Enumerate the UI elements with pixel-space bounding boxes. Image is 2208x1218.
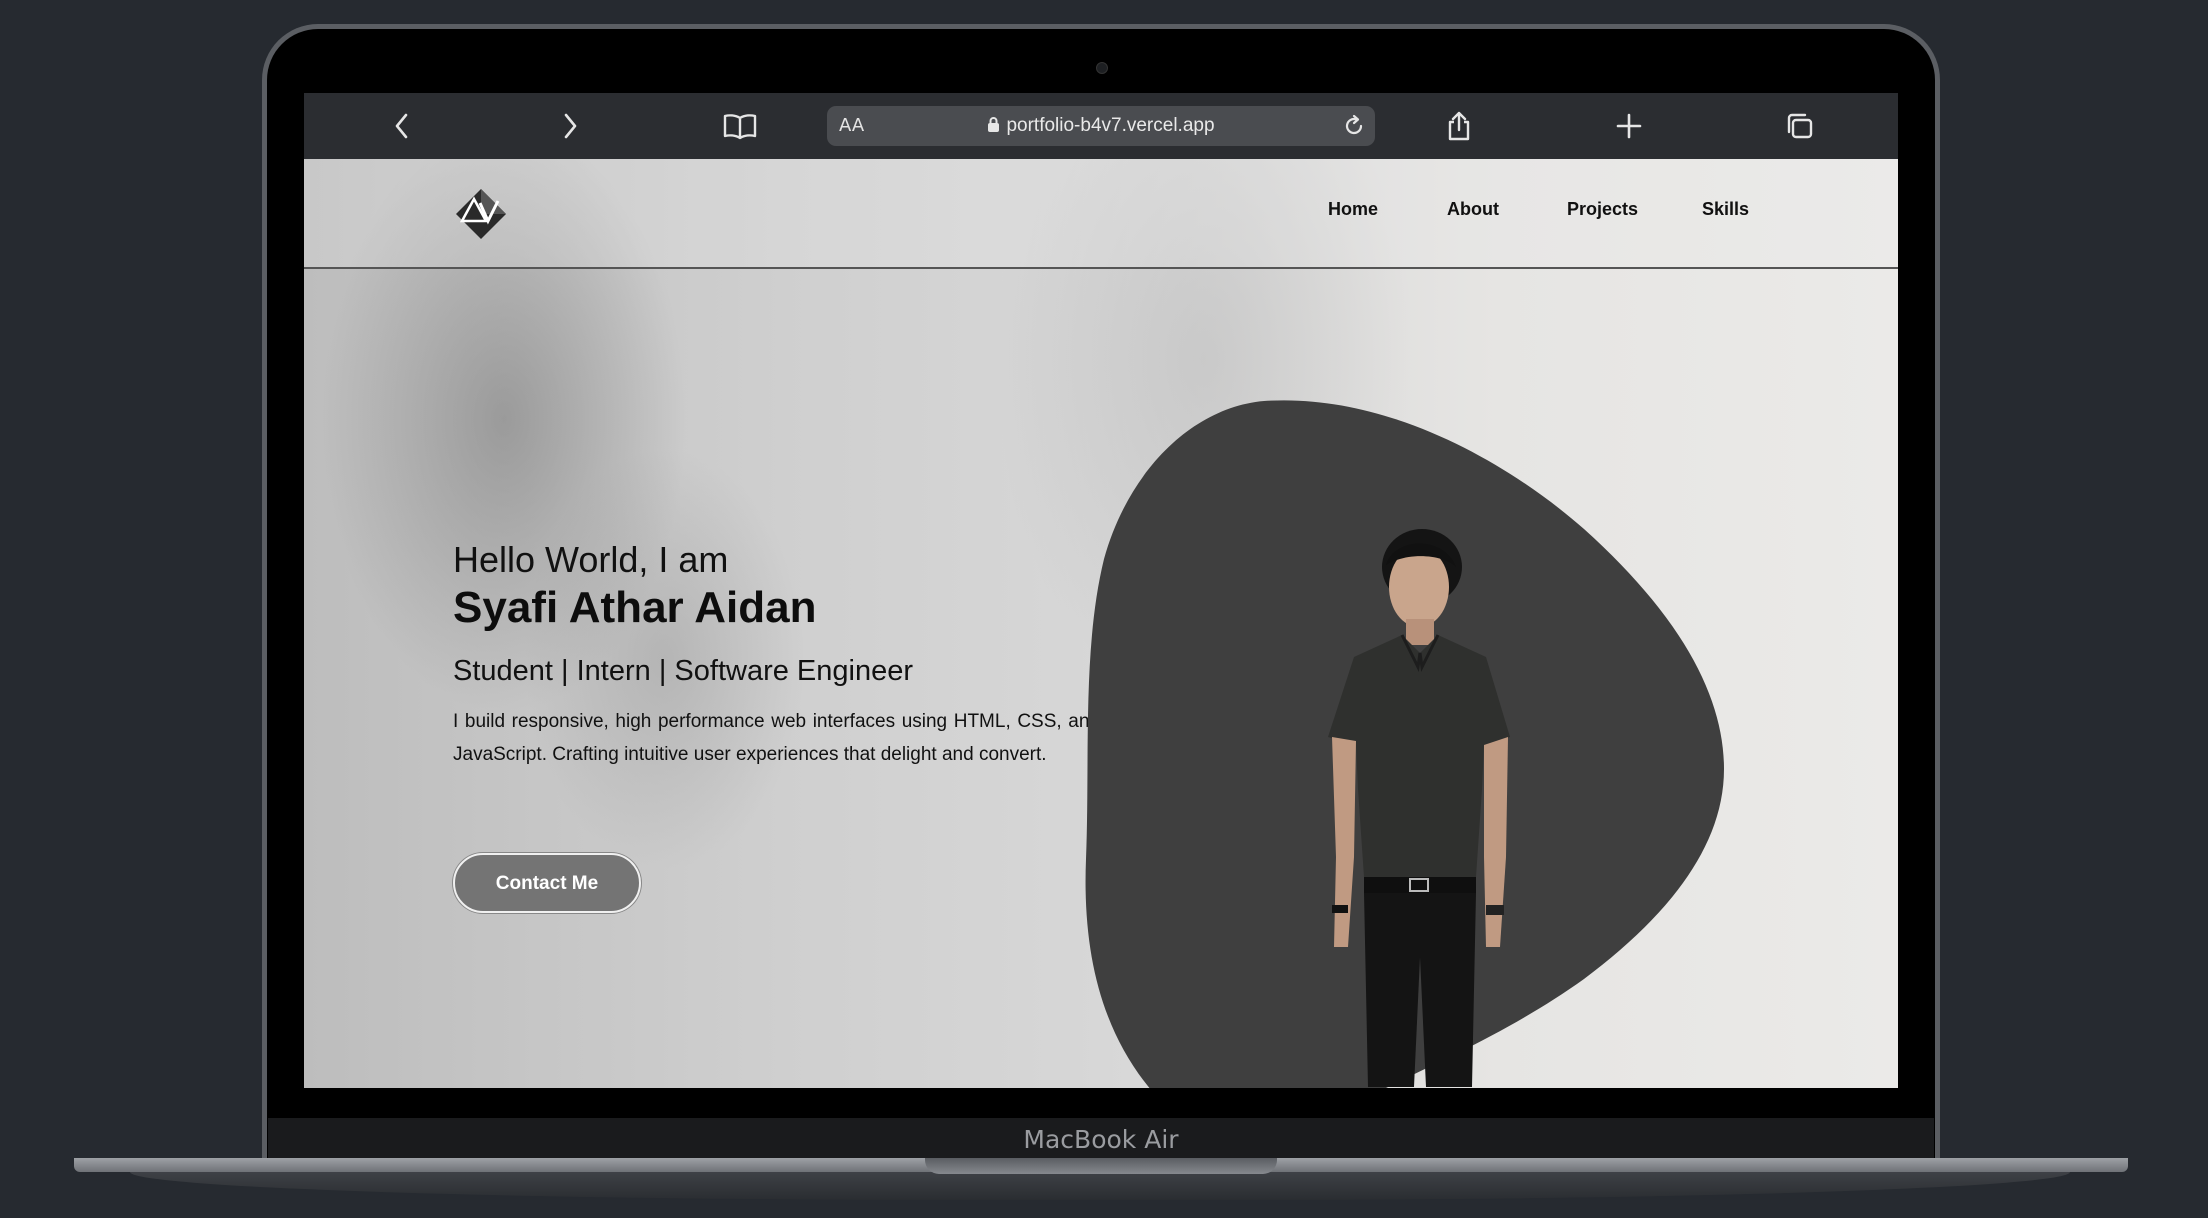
new-tab-button[interactable] xyxy=(1611,108,1647,144)
url-text: portfolio-b4v7.vercel.app xyxy=(1006,115,1215,136)
forward-button[interactable] xyxy=(552,108,588,144)
profile-photo xyxy=(1328,529,1510,1087)
nav-about[interactable]: About xyxy=(1447,199,1499,220)
browser-toolbar: AA portfolio-b4v7.vercel.app xyxy=(304,93,1898,159)
hero-roles: Student | Intern | Software Engineer xyxy=(453,655,914,687)
address-bar[interactable]: AA portfolio-b4v7.vercel.app xyxy=(827,106,1375,146)
hero-description: I build responsive, high performance web… xyxy=(453,711,1100,765)
back-icon xyxy=(395,113,408,139)
share-button[interactable] xyxy=(1441,108,1477,144)
portfolio-page: Home About Projects Skills Hello World, … xyxy=(304,159,1898,1088)
camera-icon xyxy=(1096,62,1108,74)
back-button[interactable] xyxy=(384,108,420,144)
laptop-notch xyxy=(925,1158,1277,1174)
lock-icon xyxy=(988,117,1000,132)
screen: AA portfolio-b4v7.vercel.app Home About … xyxy=(304,93,1898,1088)
reload-icon xyxy=(1345,114,1363,135)
hero-greeting: Hello World, I am xyxy=(453,539,729,580)
forward-icon xyxy=(564,113,577,139)
site-navbar: Home About Projects Skills xyxy=(304,159,1898,269)
nav-skills[interactable]: Skills xyxy=(1702,199,1749,220)
contact-me-button[interactable]: Contact Me xyxy=(453,853,641,913)
tabs-icon xyxy=(1787,113,1813,139)
nav-projects[interactable]: Projects xyxy=(1567,199,1638,220)
laptop-base-shadow xyxy=(130,1172,2070,1200)
url-display: portfolio-b4v7.vercel.app xyxy=(827,106,1375,146)
bookmarks-icon xyxy=(723,114,757,140)
bookmarks-button[interactable] xyxy=(722,108,758,144)
device-brand-label: MacBook Air xyxy=(1023,1125,1179,1154)
tabs-overview-button[interactable] xyxy=(1781,108,1817,144)
site-logo[interactable] xyxy=(454,187,508,241)
hero-name: Syafi Athar Aidan xyxy=(453,583,817,632)
reload-button[interactable] xyxy=(1339,111,1369,141)
nav-home[interactable]: Home xyxy=(1328,199,1378,220)
share-icon xyxy=(1448,111,1470,141)
new-tab-icon xyxy=(1616,113,1642,139)
